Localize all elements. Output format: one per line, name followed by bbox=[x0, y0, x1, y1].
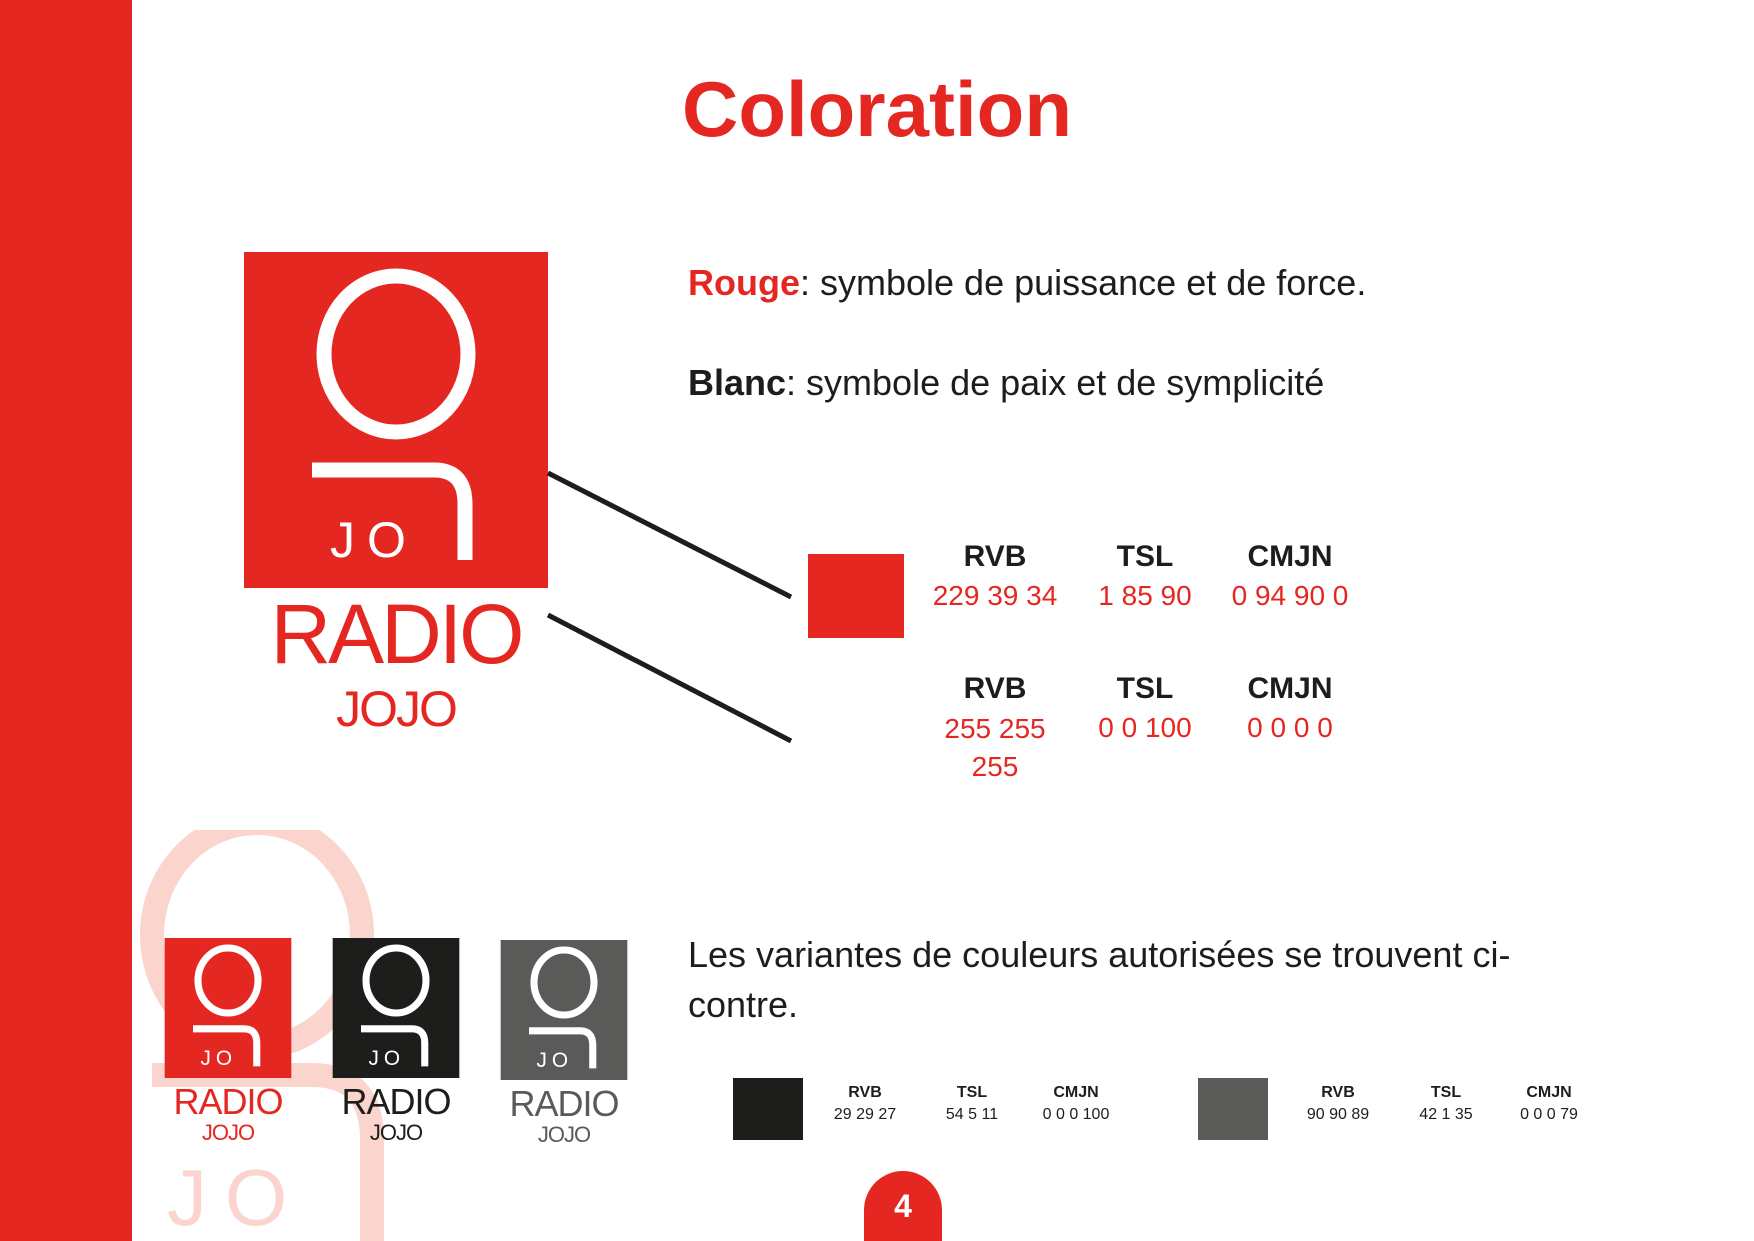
spec-label: TSL bbox=[1430, 1084, 1462, 1101]
spec-label: CMJN bbox=[1053, 1084, 1099, 1101]
spec-value: 0 0 0 0 bbox=[1247, 712, 1333, 743]
main-logo: JO bbox=[244, 252, 548, 588]
connector-line-white bbox=[546, 612, 793, 744]
variants-description: Les variantes de couleurs autorisées se … bbox=[688, 934, 1511, 1025]
variant-logo-mark-red: JO bbox=[164, 938, 292, 1078]
spec-label: CMJN bbox=[1526, 1084, 1572, 1101]
page-number-badge: 4 bbox=[864, 1171, 942, 1241]
spec-black-cmjn: CMJN 0 0 0 100 bbox=[1026, 1084, 1126, 1124]
variant-jo-text: JO bbox=[369, 1047, 406, 1070]
swatch-white bbox=[808, 688, 904, 772]
spec-value: 42 1 35 bbox=[1419, 1106, 1473, 1123]
spec-value: 229 39 34 bbox=[932, 580, 1058, 611]
text-rouge: : symbole de puissance et de force. bbox=[800, 262, 1367, 303]
logo-radio-text: RADIO bbox=[270, 587, 524, 681]
spec-value: 0 0 0 100 bbox=[1042, 1106, 1110, 1123]
description-rouge: Rouge: symbole de puissance et de force. bbox=[688, 262, 1366, 304]
spec-label: RVB bbox=[963, 540, 1027, 573]
page-title: Coloration bbox=[682, 65, 1072, 153]
spec-grey-tsl: TSL 42 1 35 bbox=[1396, 1084, 1496, 1124]
variant-jojo-text: JOJO bbox=[369, 1120, 423, 1145]
variant-logo-mark-black: JO bbox=[332, 938, 460, 1078]
variant-logo-grey: JO RADIO JOJO bbox=[500, 940, 628, 1147]
variant-radio-text: RADIO bbox=[173, 1081, 283, 1122]
variant-jojo-text: JOJO bbox=[201, 1120, 255, 1145]
description-blanc: Blanc: symbole de paix et de symplicité bbox=[688, 362, 1324, 404]
spec-red-tsl: TSL 1 85 90 bbox=[1075, 540, 1215, 612]
term-blanc: Blanc bbox=[688, 362, 787, 403]
spec-black-tsl: TSL 54 5 11 bbox=[922, 1084, 1022, 1124]
variant-logo-black: JO RADIO JOJO bbox=[332, 938, 460, 1145]
spec-label: RVB bbox=[963, 672, 1027, 705]
logo-mark: JO bbox=[244, 252, 548, 588]
variant-radio-text: RADIO bbox=[509, 1083, 619, 1124]
logo-jojo-text: JOJO bbox=[336, 681, 458, 737]
variant-jo-text: JO bbox=[201, 1047, 238, 1070]
variant-logo-red: JO RADIO JOJO bbox=[164, 938, 292, 1145]
spec-black-rvb: RVB 29 29 27 bbox=[815, 1084, 915, 1124]
spec-grey-cmjn: CMJN 0 0 0 79 bbox=[1499, 1084, 1599, 1124]
spec-value: 90 90 89 bbox=[1306, 1106, 1370, 1123]
spec-value: 54 5 11 bbox=[945, 1106, 999, 1123]
spec-red-rvb: RVB 229 39 34 bbox=[915, 540, 1075, 612]
spec-white-tsl: TSL 0 0 100 bbox=[1075, 672, 1215, 744]
spec-label: TSL bbox=[1116, 672, 1174, 705]
logo-jo-text: JO bbox=[330, 512, 418, 568]
spec-value-line1: 255 255 bbox=[944, 713, 1046, 744]
variant-radio-text: RADIO bbox=[341, 1081, 451, 1122]
spec-white-cmjn: CMJN 0 0 0 0 bbox=[1210, 672, 1370, 744]
spec-value: 0 94 90 0 bbox=[1231, 580, 1349, 611]
spec-value: 1 85 90 bbox=[1098, 580, 1192, 611]
swatch-black bbox=[733, 1078, 803, 1140]
spec-value: 0 0 100 bbox=[1098, 712, 1192, 743]
variant-logo-mark-grey: JO bbox=[500, 940, 628, 1080]
spec-label: CMJN bbox=[1247, 540, 1333, 573]
watermark-jo-text: JO bbox=[167, 1153, 305, 1241]
spec-value: 29 29 27 bbox=[833, 1106, 897, 1123]
spec-label: TSL bbox=[1116, 540, 1174, 573]
spec-value-line2: 255 bbox=[971, 751, 1019, 782]
spec-grey-rvb: RVB 90 90 89 bbox=[1288, 1084, 1388, 1124]
spec-label: RVB bbox=[1321, 1084, 1355, 1101]
connector-line-red bbox=[546, 470, 793, 600]
spec-label: TSL bbox=[956, 1084, 988, 1101]
swatch-red bbox=[808, 554, 904, 638]
connector-lines bbox=[546, 470, 793, 744]
text-blanc: : symbole de paix et de symplicité bbox=[786, 362, 1325, 403]
swatch-grey bbox=[1198, 1078, 1268, 1140]
spec-white-rvb: RVB 255 255 255 bbox=[915, 672, 1075, 786]
variant-jo-text: JO bbox=[537, 1049, 574, 1072]
sidebar-band bbox=[0, 0, 132, 1241]
spec-label: RVB bbox=[848, 1084, 882, 1101]
spec-value: 0 0 0 79 bbox=[1520, 1106, 1578, 1123]
spec-label: CMJN bbox=[1247, 672, 1333, 705]
variant-jojo-text: JOJO bbox=[537, 1122, 591, 1147]
spec-red-cmjn: CMJN 0 94 90 0 bbox=[1210, 540, 1370, 612]
term-rouge: Rouge bbox=[688, 262, 800, 303]
